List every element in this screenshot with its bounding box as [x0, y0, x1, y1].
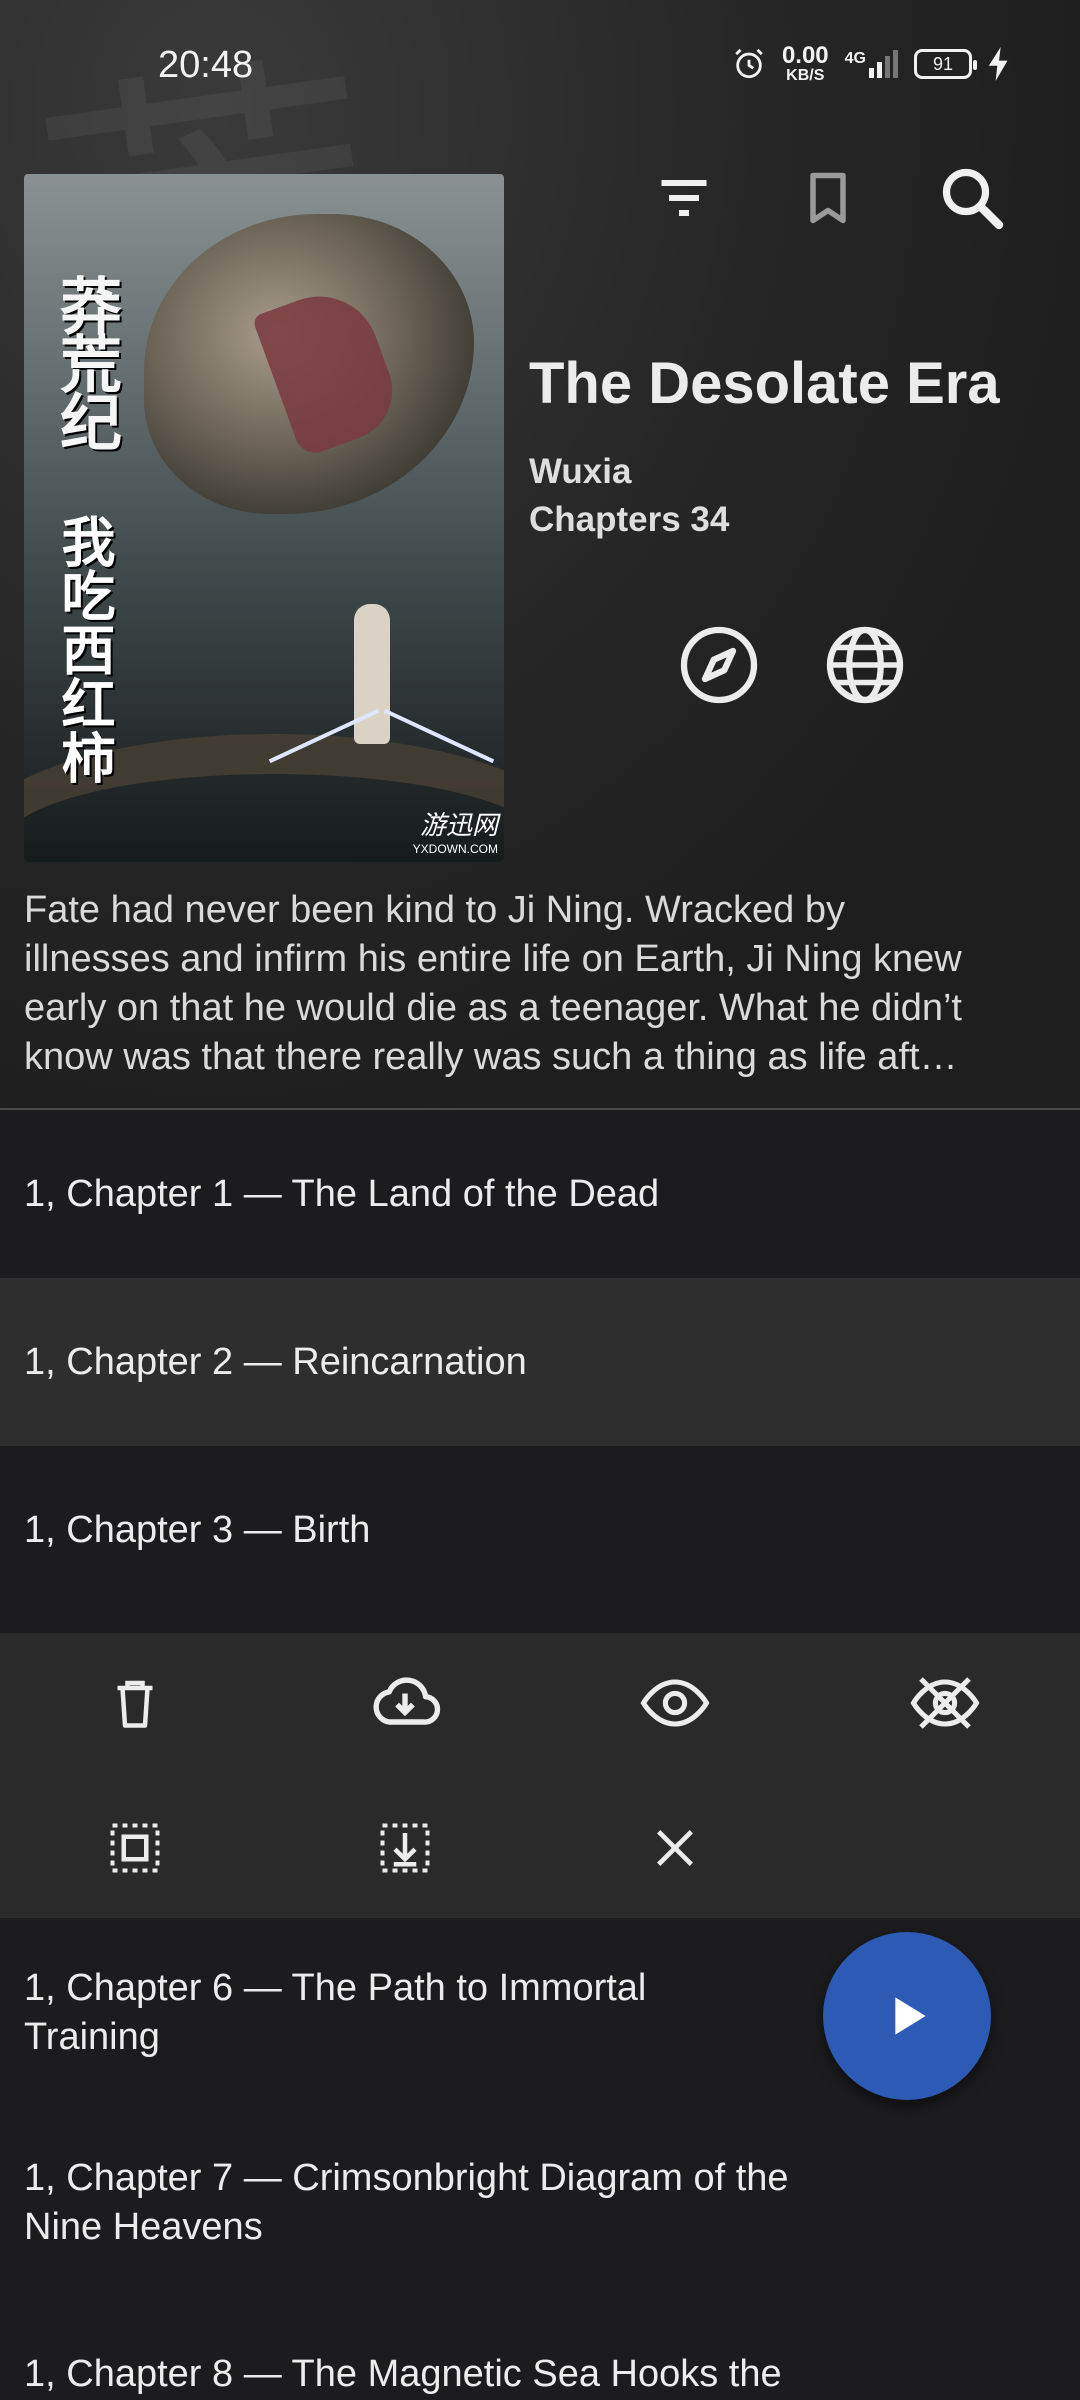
globe-icon — [826, 626, 904, 704]
network-type: 4G — [844, 50, 866, 67]
network-speed: 0.00 KB/S — [782, 44, 829, 84]
chapter-title: 1, Chapter 2 — Reincarnation — [24, 1340, 527, 1383]
chapter-title: 1, Chapter 3 — Birth — [24, 1508, 371, 1551]
chapter-title: 1, Chapter 8 — The Magnetic Sea Hooks th… — [24, 2353, 782, 2395]
bookmark-button[interactable] — [780, 150, 876, 246]
filter-icon — [661, 180, 707, 216]
download-button[interactable] — [355, 1653, 455, 1753]
battery-icon: 91 — [914, 49, 977, 79]
close-icon — [657, 1830, 693, 1866]
description-line: Fate had never been kind to Ji Ning. Wra… — [24, 889, 845, 931]
chapter-row[interactable]: 1, Chapter 1 — The Land of the Dead — [0, 1110, 1080, 1278]
download-icon — [373, 1677, 441, 1725]
book-title: The Desolate Era — [529, 351, 1000, 416]
book-description[interactable]: Fate had never been kind to Ji Ning. Wra… — [24, 886, 1064, 1082]
eye-icon — [640, 1679, 710, 1727]
chapter-row[interactable]: 1, Chapter 3 — Birth — [0, 1446, 1080, 1614]
book-genre: Wuxia — [529, 452, 632, 491]
compass-icon — [680, 626, 758, 704]
chapter-row[interactable]: 1, Chapter 8 — The Magnetic Sea Hooks th… — [0, 2350, 1080, 2400]
charging-icon — [988, 47, 1008, 81]
mark-unread-button[interactable] — [895, 1653, 995, 1753]
network-speed-value: 0.00 — [781, 42, 829, 69]
play-icon — [895, 1997, 926, 2035]
select-all-button[interactable] — [85, 1798, 185, 1898]
cover-publisher-url: YXDOWN.COM — [412, 842, 498, 856]
book-chapter-count: Chapters 34 — [529, 500, 730, 539]
search-icon — [942, 168, 1004, 230]
open-in-browser-button[interactable] — [674, 620, 764, 710]
cover-title-cn: 莽荒纪 — [49, 274, 122, 448]
cover-publisher: 游迅网 — [419, 810, 498, 840]
battery-level: 91 — [932, 53, 954, 74]
network-speed-unit: KB/S — [786, 67, 825, 84]
search-button[interactable] — [924, 150, 1020, 246]
mark-read-button[interactable] — [625, 1653, 725, 1753]
status-bar: 20:48 0.00 KB/S 4G 91 — [0, 0, 1080, 130]
signal-icon: 4G — [845, 50, 898, 78]
status-time: 20:48 — [158, 44, 254, 86]
book-cover: 莽荒纪 我吃西红柿 游迅网 YXDOWN.COM — [24, 174, 504, 862]
cover-author-cn: 我吃西红柿 — [52, 514, 115, 784]
close-selection-button[interactable] — [625, 1798, 725, 1898]
status-icons: 0.00 KB/S 4G 91 — [732, 44, 1010, 84]
bookmark-icon — [810, 172, 846, 224]
open-website-button[interactable] — [820, 620, 910, 710]
chapter-row-selected[interactable]: 1, Chapter 2 — Reincarnation — [0, 1278, 1080, 1446]
cover-figure — [354, 604, 390, 744]
chapter-title: 1, Chapter 6 — The Path to Immortal Trai… — [24, 1967, 647, 2058]
description-line: know was that there really was such a th… — [24, 1036, 958, 1078]
chapter-title: 1, Chapter 1 — The Land of the Dead — [24, 1172, 660, 1215]
alarm-icon — [735, 48, 763, 79]
selection-action-panel — [0, 1633, 1080, 1918]
description-line: illnesses and infirm his entire life on … — [24, 938, 962, 980]
description-line: early on that he would die as a teenager… — [24, 987, 962, 1029]
delete-icon — [117, 1680, 153, 1728]
delete-button[interactable] — [85, 1653, 185, 1753]
select-below-icon — [380, 1823, 430, 1873]
chapter-row[interactable]: 1, Chapter 7 — Crimsonbright Diagram of … — [0, 2108, 1080, 2298]
resume-reading-fab[interactable] — [823, 1932, 991, 2100]
chapter-title: 1, Chapter 7 — Crimsonbright Diagram of … — [24, 2157, 789, 2248]
select-all-icon — [110, 1823, 160, 1873]
select-below-button[interactable] — [355, 1798, 455, 1898]
filter-button[interactable] — [636, 150, 732, 246]
eye-off-icon — [910, 1677, 980, 1729]
